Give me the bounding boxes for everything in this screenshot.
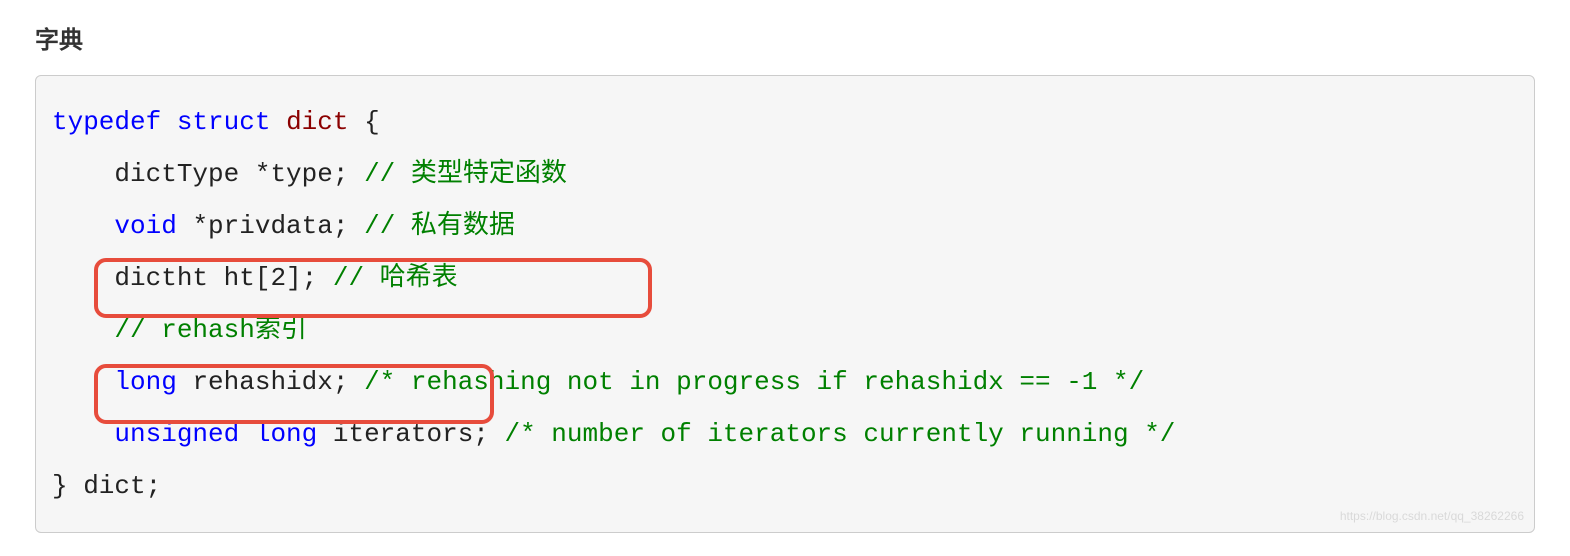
comment-iterators: /* number of iterators currently running… [505,419,1176,449]
code-line-2: dictType *type; // 类型特定函数 [52,148,1518,200]
close-struct: } dict; [52,471,161,501]
code-line-5: // rehash索引 [52,304,1518,356]
code-block: typedef struct dict { dictType *type; //… [35,75,1535,533]
field-privdata: *privdata; [177,211,349,241]
field-iterators: iterators; [317,419,504,449]
code-line-3: void *privdata; // 私有数据 [52,200,1518,252]
keyword-unsigned: unsigned [114,419,239,449]
comment-ht: // 哈希表 [317,263,457,293]
field-type: dictType *type; [114,159,348,189]
field-rehashidx: rehashidx; [177,367,364,397]
indent [52,263,114,293]
indent [52,419,114,449]
keyword-long-2: long [239,419,317,449]
watermark: https://blog.csdn.net/qq_38262266 [1340,504,1524,528]
indent [52,159,114,189]
comment-rehash-index: // rehash索引 [114,315,306,345]
indent [52,315,114,345]
code-line-1: typedef struct dict { [52,96,1518,148]
code-content: typedef struct dict { dictType *type; //… [52,96,1518,512]
comment-type: // 类型特定函数 [348,159,566,189]
code-line-7: unsigned long iterators; /* number of it… [52,408,1518,460]
code-line-4: dictht ht[2]; // 哈希表 [52,252,1518,304]
keyword-long: long [114,367,176,397]
open-brace: { [348,107,379,137]
indent [52,367,114,397]
indent [52,211,114,241]
comment-rehashidx: /* rehashing not in progress if rehashid… [364,367,1144,397]
code-line-6: long rehashidx; /* rehashing not in prog… [52,356,1518,408]
keyword-typedef: typedef [52,107,161,137]
keyword-struct: struct [177,107,271,137]
keyword-void: void [114,211,176,241]
section-title: 字典 [35,20,1535,55]
type-dict: dict [286,107,348,137]
field-ht: dictht ht[2]; [114,263,317,293]
code-line-8: } dict; [52,460,1518,512]
comment-privdata: // 私有数据 [348,211,514,241]
